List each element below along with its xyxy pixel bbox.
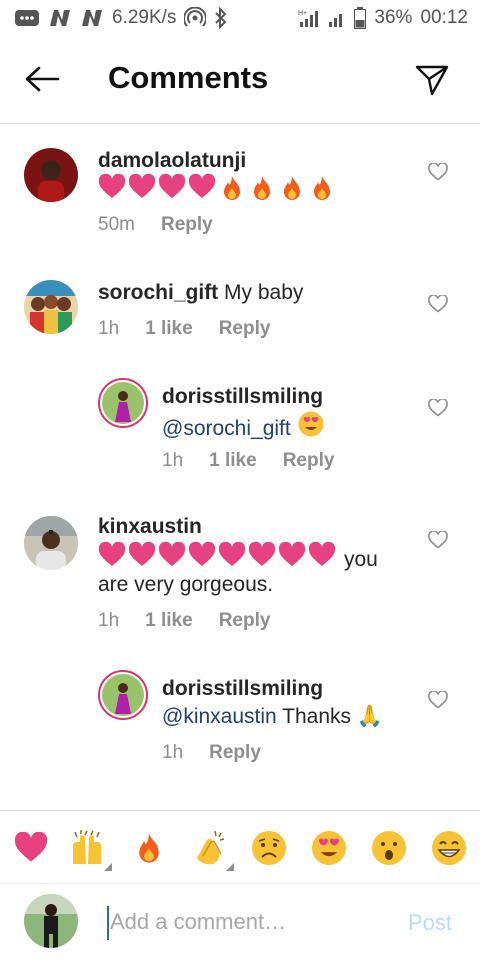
clapping-hands-emoji-button[interactable] [188, 827, 234, 871]
share-button[interactable] [412, 60, 452, 100]
fire-icon [139, 833, 159, 863]
heart-outline-icon [428, 691, 448, 709]
reply-button[interactable]: Reply [219, 318, 271, 340]
send-icon [415, 65, 449, 96]
avatar[interactable] [24, 516, 78, 570]
comment-time: 1h [98, 610, 120, 631]
like-button[interactable] [426, 160, 450, 184]
likes-count[interactable]: 1 like [145, 610, 193, 632]
heart-emoji-icon [158, 173, 186, 210]
fire-emoji-icon [248, 174, 276, 210]
battery-level: 36% [374, 7, 413, 28]
heart-outline-icon [428, 163, 448, 181]
avatar[interactable] [24, 280, 78, 334]
avatar[interactable] [98, 670, 148, 720]
comment-username[interactable]: sorochi_gift [98, 281, 218, 304]
reply-item: dorisstillsmiling @sorochi_gift 1h 1 lik… [0, 366, 480, 480]
mention-link[interactable]: @kinxaustin [162, 705, 277, 728]
back-button[interactable] [22, 63, 62, 95]
heart-outline-icon [428, 531, 448, 549]
n-icon [80, 9, 104, 27]
comment-username[interactable]: dorisstillsmiling [162, 677, 323, 700]
heart-emoji-icon [128, 173, 156, 210]
like-button[interactable] [426, 688, 450, 712]
fire-emoji-icon [278, 174, 306, 210]
header: Comments [0, 36, 480, 124]
heart-outline-icon [428, 295, 448, 313]
message-icon [14, 9, 40, 27]
comment-time: 1h [162, 450, 184, 471]
comment-time: 50m [98, 214, 135, 235]
heart-icon [14, 832, 48, 862]
reply-item: dorisstillsmiling @kinxaustin Thanks 🙏 1… [0, 658, 480, 778]
signal-icon: H+ [298, 8, 320, 28]
heart-emoji-icon [308, 541, 336, 576]
network-speed: 6.29K/s [112, 7, 177, 28]
comment-item: sorochi_gift My baby 1h 1 like Reply [0, 262, 480, 362]
comment-username[interactable]: damolaolatunji [98, 149, 246, 172]
comment-username[interactable]: dorisstillsmiling [162, 385, 323, 408]
heart-emoji-button[interactable] [10, 827, 52, 869]
like-button[interactable] [426, 396, 450, 420]
surprised-face-emoji-button[interactable] [368, 827, 410, 869]
arrow-left-icon [25, 66, 60, 92]
reply-button[interactable]: Reply [161, 214, 213, 236]
reply-button[interactable]: Reply [219, 610, 271, 632]
fire-emoji-icon [308, 174, 336, 210]
current-user-avatar [24, 894, 78, 948]
clock: 00:12 [420, 7, 468, 28]
clapping-hands-icon [197, 830, 225, 865]
grinning-face-icon [432, 831, 466, 865]
sad-face-emoji-button[interactable] [248, 827, 290, 869]
likes-count[interactable]: 1 like [209, 450, 257, 472]
raised-hands-emoji-button[interactable] [66, 827, 112, 871]
grinning-face-emoji-button[interactable] [428, 827, 470, 869]
avatar[interactable] [24, 148, 78, 202]
comment-time: 1h [162, 742, 184, 763]
heart-eyes-icon [312, 831, 346, 865]
heart-emoji-icon [98, 173, 126, 210]
comment-text: you [344, 547, 378, 571]
heart-outline-icon [428, 399, 448, 417]
comment-time: 1h [98, 318, 120, 339]
fire-emoji-button[interactable] [128, 827, 170, 869]
post-button[interactable]: Post [408, 910, 452, 936]
raised-hands-icon [73, 830, 101, 864]
signal-icon [328, 8, 346, 28]
reply-button[interactable]: Reply [283, 450, 335, 472]
sad-face-icon [252, 831, 286, 865]
bluetooth-icon [214, 7, 228, 29]
fire-emoji-icon [218, 174, 246, 210]
like-button[interactable] [426, 528, 450, 552]
battery-icon [354, 7, 367, 29]
likes-count[interactable]: 1 like [145, 318, 193, 340]
like-button[interactable] [426, 292, 450, 316]
comment-text: My baby [224, 281, 304, 304]
heart-emoji-icon [188, 173, 216, 210]
comment-input[interactable] [106, 904, 386, 940]
comment-composer: Post [0, 884, 480, 960]
mention-link[interactable]: @sorochi_gift [162, 414, 291, 443]
page-title: Comments [108, 60, 269, 95]
reply-button[interactable]: Reply [209, 742, 261, 764]
n-icon [48, 9, 72, 27]
emoji-quick-bar [0, 810, 480, 884]
svg-text:H+: H+ [298, 10, 307, 17]
heart-eyes-emoji-icon [297, 410, 325, 446]
comment-text: Thanks 🙏 [282, 705, 384, 728]
comment-item: kinxaustin you are very gorgeous. 1h 1 l… [0, 500, 480, 646]
heart-eyes-emoji-button[interactable] [308, 827, 350, 869]
heart-emoji-icon [278, 541, 306, 576]
status-bar: 6.29K/s H+ 36% 00:12 [0, 0, 480, 36]
comment-text: are very gorgeous. [98, 573, 274, 596]
avatar[interactable] [98, 378, 148, 428]
comment-item: damolaolatunji 50m Reply [0, 124, 480, 246]
comment-body [98, 173, 336, 210]
surprised-face-icon [372, 831, 406, 865]
comment-username[interactable]: kinxaustin [98, 515, 202, 538]
hotspot-icon [184, 7, 207, 29]
